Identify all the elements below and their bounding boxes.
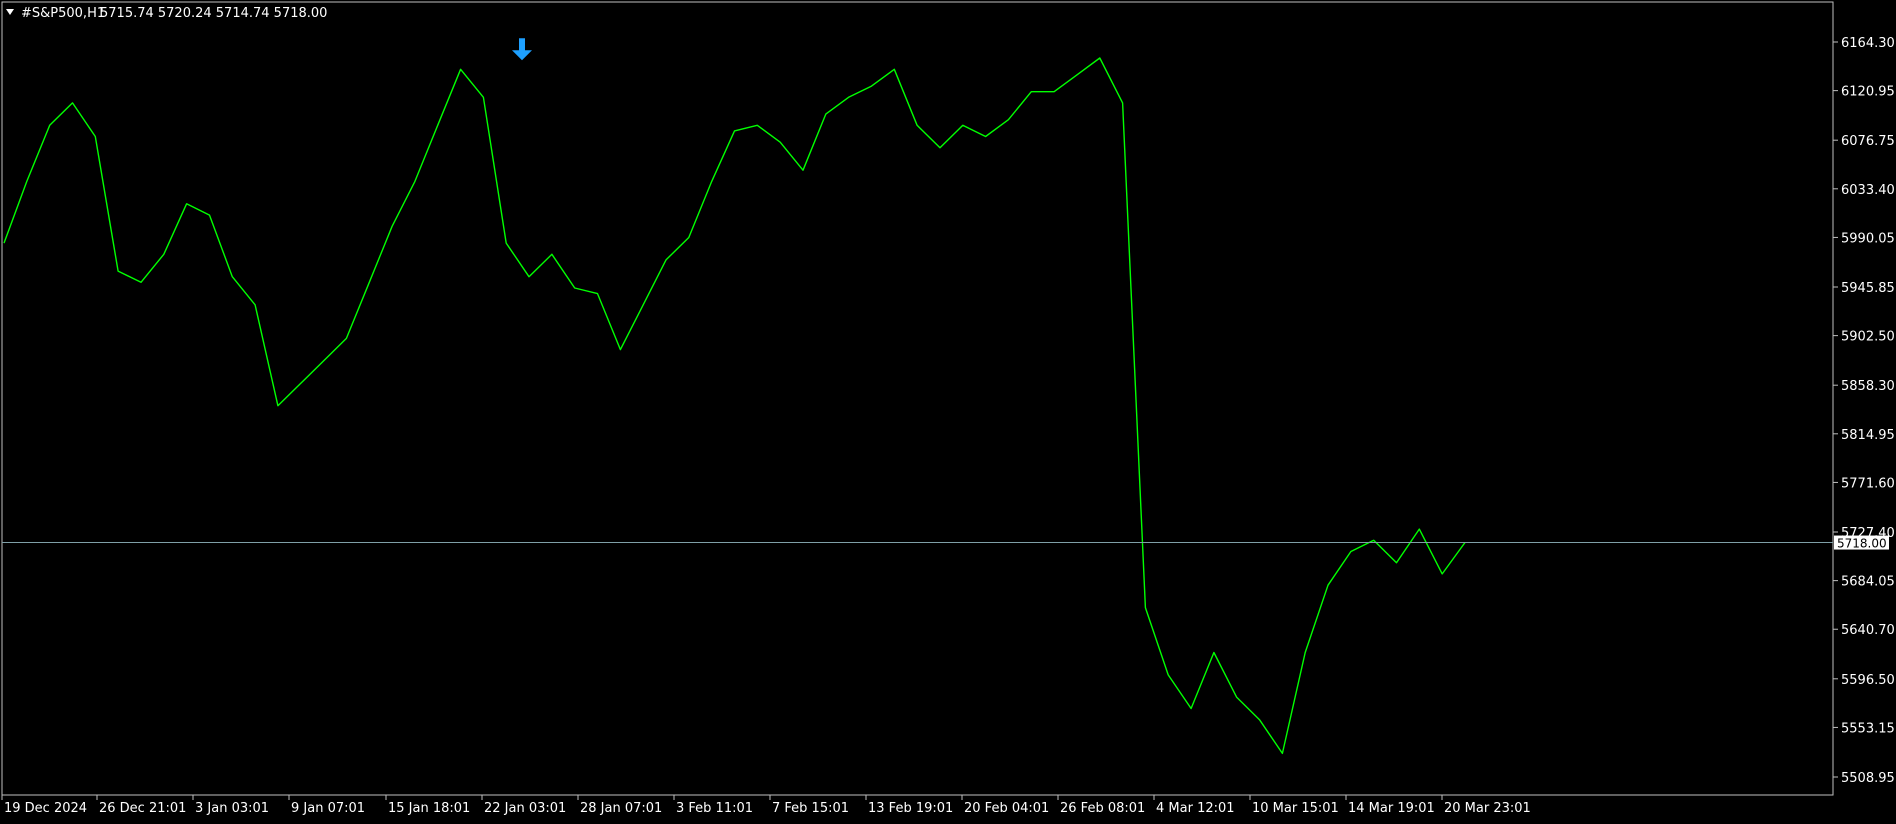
x-tick-label: 9 Jan 07:01 <box>291 801 365 816</box>
symbol-label: #S&P500,H1 <box>21 6 105 21</box>
y-tick-label: 6076.75 <box>1841 134 1895 149</box>
y-tick-label: 6033.40 <box>1841 183 1895 198</box>
y-tick-label: 5553.15 <box>1841 721 1895 736</box>
x-tick-label: 26 Feb 08:01 <box>1060 801 1145 816</box>
triangle-down-icon[interactable] <box>6 9 14 15</box>
x-tick-label: 15 Jan 18:01 <box>388 801 470 816</box>
x-tick-label: 20 Mar 23:01 <box>1444 801 1531 816</box>
y-tick-label: 5902.50 <box>1841 330 1895 345</box>
y-axis: 6164.30 6120.95 6076.75 6033.40 5990.05 5945.… <box>1833 36 1895 786</box>
y-tick-label: 5596.50 <box>1841 673 1895 688</box>
x-tick-label: 13 Feb 19:01 <box>868 801 953 816</box>
y-tick-label: 5640.70 <box>1841 623 1895 638</box>
y-tick-label: 6120.95 <box>1841 85 1895 100</box>
chart-canvas[interactable]: 6164.30 6120.95 6076.75 6033.40 5990.05 5945.… <box>0 0 1896 820</box>
x-tick-label: 19 Dec 2024 <box>4 801 87 816</box>
x-axis: 19 Dec 2024 26 Dec 21:01 3 Jan 03:01 9 Jan … <box>1 795 1531 816</box>
x-tick-label: 10 Mar 15:01 <box>1252 801 1339 816</box>
signal-arrows <box>512 38 532 61</box>
x-tick-label: 22 Jan 03:01 <box>484 801 566 816</box>
y-tick-label: 6164.30 <box>1841 36 1895 51</box>
current-price-label: 5718.00 <box>1837 537 1887 551</box>
chart-window[interactable]: 6164.30 6120.95 6076.75 6033.40 5990.05 5945.… <box>0 0 1896 820</box>
price-line <box>3 57 1466 755</box>
x-tick-label: 4 Mar 12:01 <box>1156 801 1235 816</box>
y-tick-label: 5858.30 <box>1841 379 1895 394</box>
x-tick-label: 7 Feb 15:01 <box>772 801 849 816</box>
y-tick-label: 5508.95 <box>1841 771 1895 786</box>
price-series <box>3 57 1466 755</box>
x-tick-label: 28 Jan 07:01 <box>580 801 662 816</box>
x-tick-label: 20 Feb 04:01 <box>964 801 1049 816</box>
x-tick-label: 3 Feb 11:01 <box>676 801 753 816</box>
chart-header[interactable]: #S&P500,H1 5715.74 5720.24 5714.74 5718.… <box>6 6 327 21</box>
y-tick-label: 5990.05 <box>1841 231 1895 246</box>
x-tick-label: 3 Jan 03:01 <box>195 801 269 816</box>
y-tick-label: 5945.85 <box>1841 281 1895 296</box>
x-tick-label: 26 Dec 21:01 <box>99 801 186 816</box>
ohlc-readout: 5715.74 5720.24 5714.74 5718.00 <box>100 6 327 21</box>
y-tick-label: 5771.60 <box>1841 476 1895 491</box>
x-tick-label: 14 Mar 19:01 <box>1348 801 1435 816</box>
sell-arrow-icon <box>512 38 532 61</box>
y-tick-label: 5684.05 <box>1841 575 1895 590</box>
y-tick-label: 5814.95 <box>1841 428 1895 443</box>
